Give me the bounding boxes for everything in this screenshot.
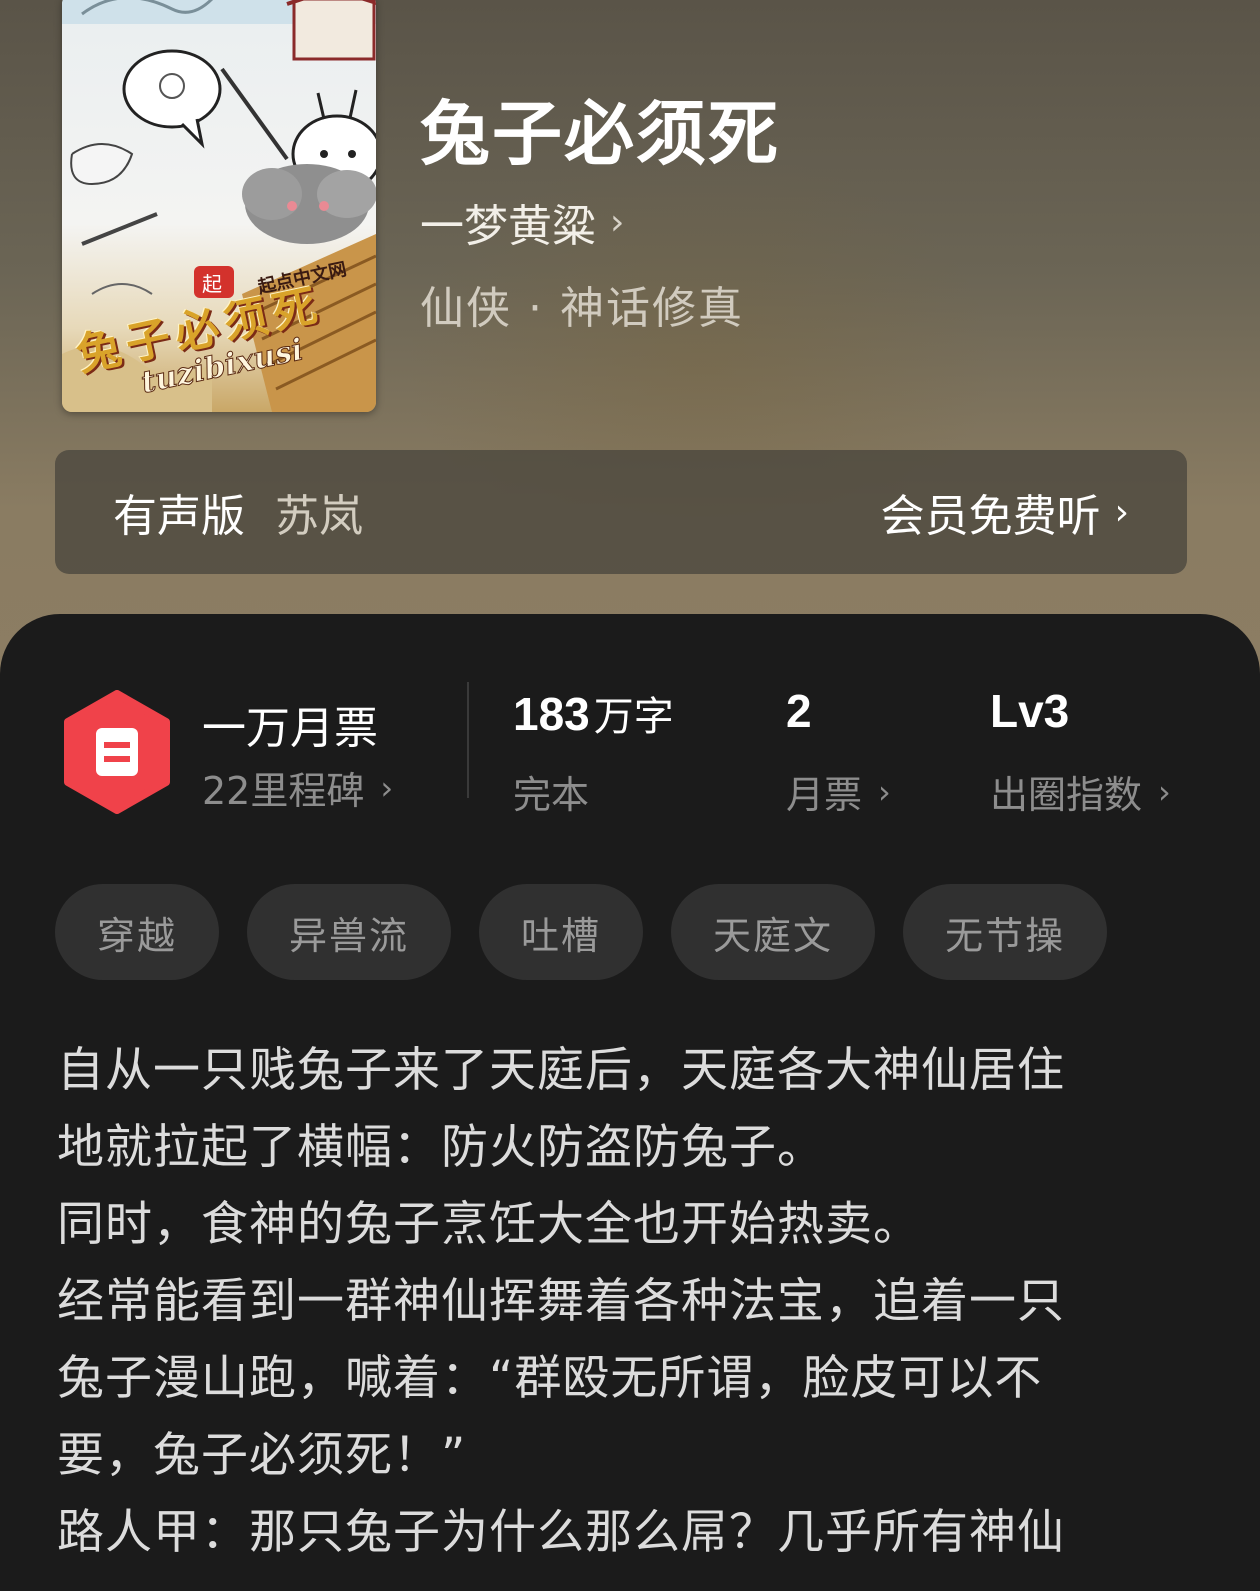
popularity-label: 出圈指数 [990, 773, 1143, 817]
monthly-votes-label-row: 月票 › [786, 764, 891, 819]
milestone-subtitle: 22里程碑 [202, 769, 365, 813]
book-title: 兔子必须死 [420, 92, 780, 175]
book-header: 起 起点中文网 兔子必须死 tuzibixusi 兔子必须死 一梦黄粱 › 仙侠… [0, 0, 1260, 680]
author-name: 一梦黄粱 [420, 201, 596, 252]
book-genre: 仙侠 · 神话修真 [420, 283, 744, 334]
chevron-right-icon: › [1158, 772, 1171, 811]
word-count-unit: 万字 [593, 694, 674, 740]
popularity-value: Lv3 [990, 685, 1070, 737]
monthly-votes-label: 月票 [786, 773, 863, 817]
audio-label: 有声版 [113, 491, 245, 542]
audio-narrator: 苏岚 [275, 491, 363, 542]
description-line: 兔子漫山跑，喊着：“群殴无所谓，脸皮可以不 [57, 1351, 1043, 1406]
tag-list: 穿越 异兽流 吐槽 天庭文 无节操 [55, 884, 1108, 980]
description-line: 地就拉起了横幅：防火防盗防兔子。 [57, 1120, 825, 1175]
author-link[interactable]: 一梦黄粱 › [420, 190, 624, 254]
tag-chip[interactable]: 穿越 [55, 884, 220, 980]
tag-chip[interactable]: 异兽流 [247, 884, 452, 980]
chevron-right-icon: › [380, 768, 394, 807]
audio-listen-button[interactable]: 会员免费听 › [881, 480, 1129, 544]
description-line: 经常能看到一群神仙挥舞着各种法宝，追着一只 [57, 1274, 1065, 1329]
ticket-badge-icon [64, 690, 170, 814]
description-line: 自从一只贱兔子来了天庭后，天庭各大神仙居住 [57, 1043, 1065, 1098]
audio-cta-label: 会员免费听 [880, 491, 1101, 542]
monthly-votes-value: 2 [786, 685, 812, 737]
book-cover[interactable]: 起 起点中文网 兔子必须死 tuzibixusi [62, 0, 376, 412]
tag-chip[interactable]: 天庭文 [671, 884, 876, 980]
milestone-title: 一万月票 [202, 703, 378, 754]
stats-divider [467, 682, 469, 798]
chevron-right-icon: › [1114, 491, 1129, 533]
tag-chip[interactable]: 吐槽 [479, 884, 644, 980]
milestone-subtitle-row: 22里程碑 › [202, 760, 393, 815]
description-line: 要，兔子必须死！” [57, 1428, 467, 1483]
book-detail-panel: 一万月票 22里程碑 › 183 万字 完本 2 月票 › Lv3 出圈指数 ›… [0, 614, 1260, 1591]
tag-chip[interactable]: 无节操 [903, 884, 1108, 980]
word-count-value: 183 [513, 688, 590, 740]
audio-version-bar[interactable]: 有声版 苏岚 会员免费听 › [55, 450, 1187, 574]
popularity-label-row: 出圈指数 › [990, 764, 1171, 819]
word-count-label: 完本 [513, 773, 590, 817]
book-description[interactable]: 自从一只贱兔子来了天庭后，天庭各大神仙居住 地就拉起了横幅：防火防盗防兔子。 同… [57, 1032, 1167, 1571]
chevron-right-icon: › [610, 201, 625, 243]
description-line: 同时，食神的兔子烹饪大全也开始热卖。 [57, 1197, 921, 1252]
word-count-value-row: 183 万字 [513, 684, 674, 742]
chevron-right-icon: › [878, 772, 891, 811]
stats-row: 一万月票 22里程碑 › 183 万字 完本 2 月票 › Lv3 出圈指数 › [0, 614, 1260, 834]
description-line: 路人甲：那只兔子为什么那么屌？几乎所有神仙 [57, 1505, 1065, 1560]
